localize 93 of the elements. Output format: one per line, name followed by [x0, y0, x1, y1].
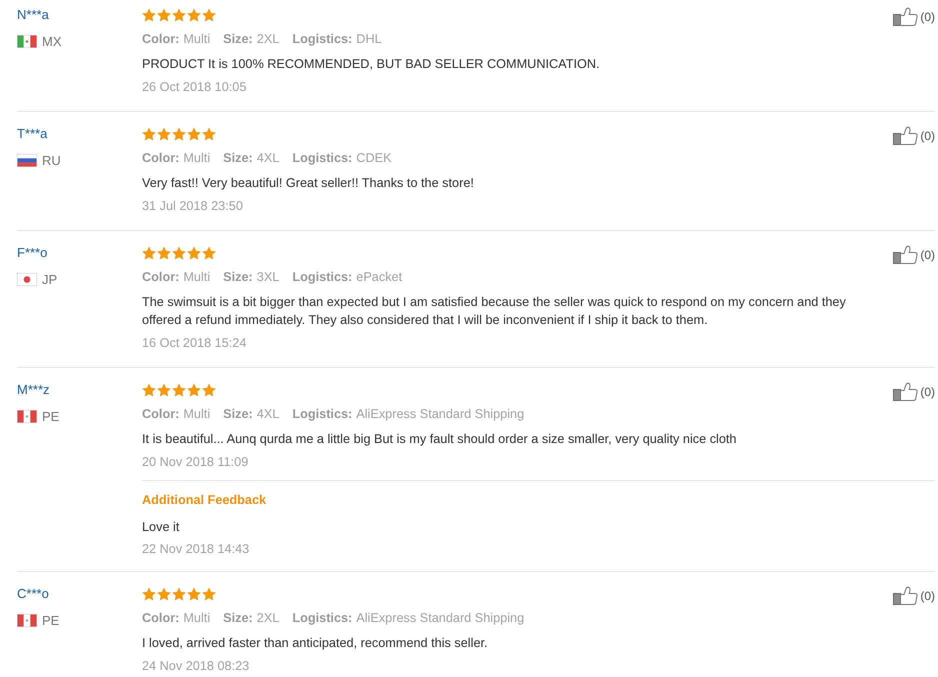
thumbs-up-icon — [893, 586, 918, 605]
country-code: RU — [42, 153, 61, 168]
star-icon — [172, 382, 186, 396]
star-icon — [187, 126, 201, 140]
star-icon — [157, 126, 171, 140]
attribute-value: Multi — [183, 31, 210, 48]
attribute-value: 4XL — [256, 150, 280, 167]
attribute-label: Logistics: — [292, 150, 352, 167]
review-text: The swimsuit is a bit bigger than expected but I am satisfied because the seller was quick to respond on my concern and they offered a refund immediately. They also considered that I will be inconvenient if I ship it back to them. — [142, 294, 847, 329]
thumbs-up-icon — [893, 126, 918, 145]
reviewer-name: M***z — [17, 381, 50, 399]
star-icon — [172, 126, 186, 140]
attribute-label: Color: — [142, 269, 180, 286]
flag-icon — [17, 410, 37, 423]
thumbs-up-icon — [893, 382, 918, 401]
attribute-label: Size: — [223, 150, 253, 167]
review-text: Very fast!! Very beautiful! Great seller!! Thanks to the store! — [142, 175, 475, 192]
flag-icon — [17, 154, 37, 167]
like-button[interactable]: (0) — [893, 584, 935, 607]
review-text: It is beautiful... Aunq qurda me a little big But is my fault should order a size smaller, very quality nice cloth — [142, 431, 738, 448]
reviewer-name: C***o — [17, 585, 49, 603]
additional-feedback-title: Additional Feedback — [142, 492, 266, 509]
star-icon — [202, 8, 216, 22]
star-icon — [172, 246, 186, 260]
attribute-value: AliExpress Standard Shipping — [356, 610, 524, 627]
attribute-value: 2XL — [256, 31, 280, 48]
reviewer-name: T***a — [17, 125, 48, 143]
attribute-value: Multi — [183, 150, 210, 167]
review-text: I loved, arrived faster than anticipated, recommend this seller. — [142, 635, 489, 652]
like-button[interactable]: (0) — [893, 5, 935, 28]
thumbs-up-icon — [893, 245, 918, 264]
star-icon — [142, 586, 156, 600]
like-button[interactable]: (0) — [893, 380, 935, 403]
like-button[interactable]: (0) — [893, 124, 935, 147]
star-icon — [187, 8, 201, 22]
attribute-value: 4XL — [256, 406, 280, 423]
reviewer-name: F***o — [17, 244, 48, 262]
attribute-value: DHL — [356, 31, 382, 48]
attribute-value: 2XL — [256, 610, 280, 627]
review-date: 24 Nov 2018 08:23 — [142, 658, 250, 675]
like-button[interactable]: (0) — [893, 243, 935, 266]
star-icon — [142, 246, 156, 260]
country-code: MX — [42, 34, 62, 49]
flag-icon — [17, 273, 37, 286]
review-text: PRODUCT It is 100% RECOMMENDED, BUT BAD SELLER COMMUNICATION. — [142, 56, 601, 73]
star-icon — [157, 586, 171, 600]
flag-icon — [17, 614, 37, 627]
thumbs-up-icon — [893, 7, 918, 26]
star-icon — [172, 8, 186, 22]
star-icon — [187, 586, 201, 600]
attribute-label: Logistics: — [292, 269, 352, 286]
star-icon — [202, 586, 216, 600]
attribute-value: 3XL — [256, 269, 280, 286]
attribute-value: Multi — [183, 610, 210, 627]
attribute-value: AliExpress Standard Shipping — [356, 406, 524, 423]
star-icon — [202, 382, 216, 396]
reviewer-name: N***a — [17, 6, 49, 24]
attribute-label: Color: — [142, 31, 180, 48]
attribute-label: Size: — [223, 269, 253, 286]
star-icon — [142, 126, 156, 140]
star-icon — [157, 8, 171, 22]
attribute-label: Size: — [223, 610, 253, 627]
review-date: 20 Nov 2018 11:09 — [142, 454, 250, 471]
country-code: PE — [42, 613, 60, 628]
star-icon — [142, 382, 156, 396]
star-icon — [202, 246, 216, 260]
review-date: 31 Jul 2018 23:50 — [142, 198, 244, 215]
star-icon — [172, 586, 186, 600]
attribute-label: Logistics: — [292, 31, 352, 48]
attribute-label: Color: — [142, 610, 180, 627]
country-code: JP — [42, 272, 58, 287]
attribute-label: Size: — [223, 406, 253, 423]
star-icon — [157, 246, 171, 260]
flag-icon — [17, 35, 37, 48]
star-icon — [202, 126, 216, 140]
country-code: PE — [42, 409, 60, 424]
star-icon — [142, 8, 156, 22]
attribute-value: Multi — [183, 406, 210, 423]
star-icon — [187, 382, 201, 396]
star-icon — [157, 382, 171, 396]
review-date: 16 Oct 2018 15:24 — [142, 335, 248, 352]
review-text: Love it — [142, 519, 180, 536]
attribute-label: Logistics: — [292, 610, 352, 627]
attribute-value: CDEK — [356, 150, 392, 167]
attribute-label: Logistics: — [292, 406, 352, 423]
attribute-value: ePacket — [356, 269, 402, 286]
star-icon — [187, 246, 201, 260]
review-date: 26 Oct 2018 10:05 — [142, 79, 248, 96]
review-date: 22 Nov 2018 14:43 — [142, 541, 250, 558]
attribute-value: Multi — [183, 269, 210, 286]
attribute-label: Color: — [142, 406, 180, 423]
attribute-label: Color: — [142, 150, 180, 167]
attribute-label: Size: — [223, 31, 253, 48]
